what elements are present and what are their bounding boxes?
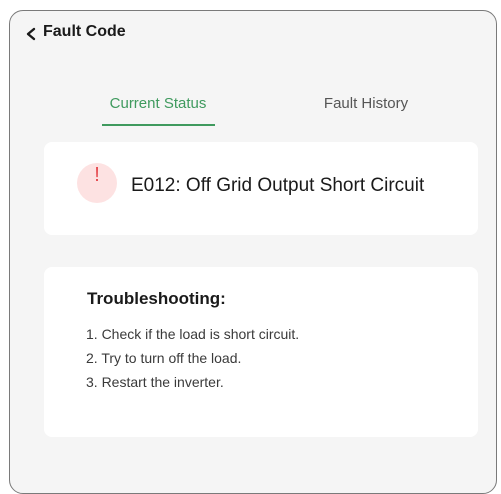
back-button[interactable]	[24, 25, 40, 43]
troubleshooting-title: Troubleshooting:	[87, 289, 226, 308]
header: Fault Code	[10, 11, 496, 57]
exclamation-glyph: !	[94, 164, 100, 186]
troubleshooting-step: 3. Restart the inverter.	[86, 374, 224, 390]
tab-bar: Current Status Fault History	[10, 91, 496, 131]
fault-code-screen: Fault Code Current Status Fault History …	[9, 10, 497, 494]
troubleshooting-steps: 1. Check if the load is short circuit. 2…	[86, 322, 299, 394]
fault-description: E012: Off Grid Output Short Circuit	[131, 175, 425, 196]
fault-card: ! E012: Off Grid Output Short Circuit	[44, 142, 478, 235]
troubleshooting-step: 1. Check if the load is short circuit.	[86, 326, 300, 342]
tab-current-status[interactable]: Current Status	[102, 95, 214, 112]
chevron-left-icon	[26, 27, 36, 41]
troubleshooting-card: Troubleshooting: 1. Check if the load is…	[44, 267, 478, 437]
page-title: Fault Code	[43, 23, 126, 40]
active-tab-indicator	[102, 124, 215, 126]
tab-fault-history[interactable]: Fault History	[310, 95, 422, 112]
exclamation-icon: !	[77, 163, 117, 203]
troubleshooting-step: 2. Try to turn off the load.	[86, 350, 242, 366]
